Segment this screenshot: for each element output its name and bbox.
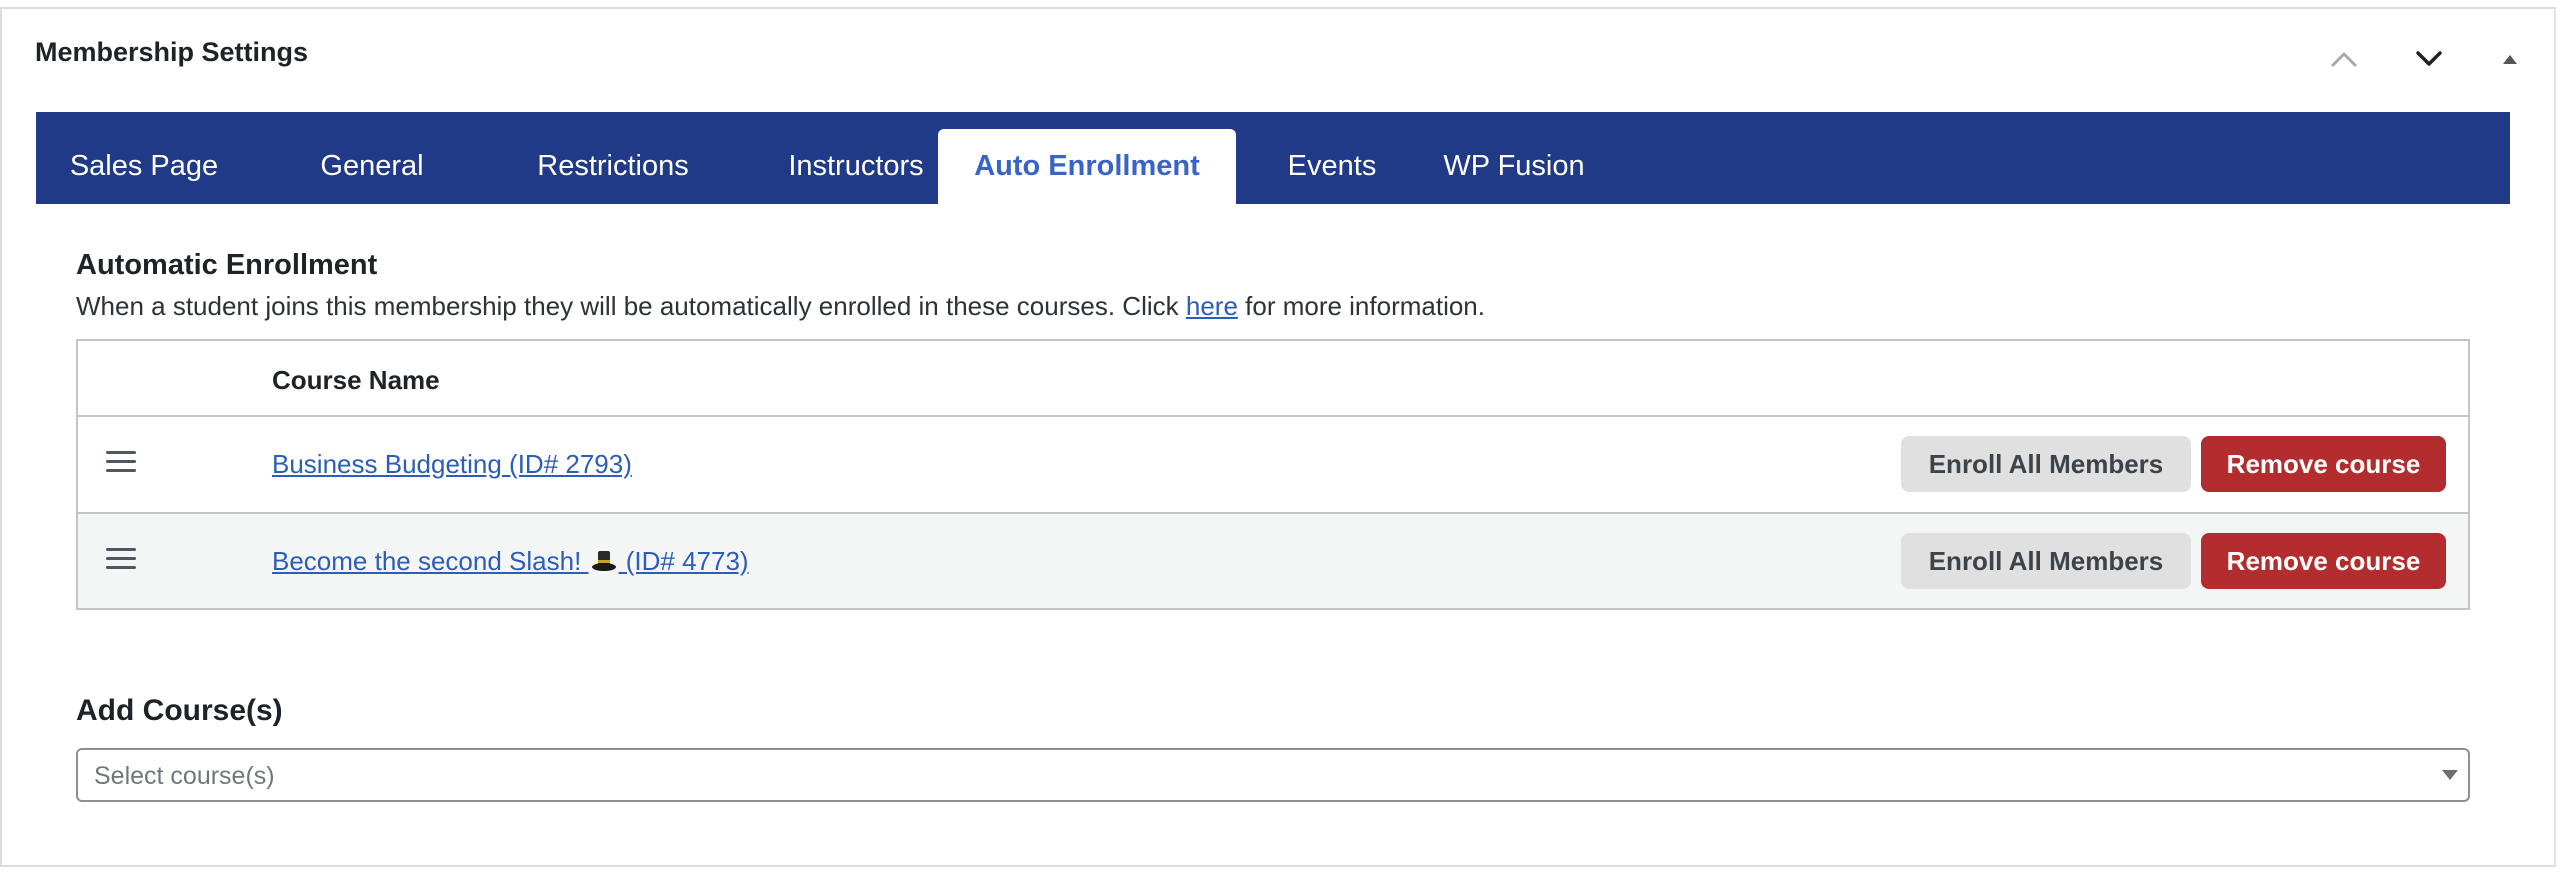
course-link-text: Become the second Slash! (272, 546, 589, 576)
course-link[interactable]: Business Budgeting (ID# 2793) (272, 449, 632, 480)
add-courses-heading: Add Course(s) (76, 694, 283, 727)
settings-tab-bar: Sales Page General Restrictions Instruct… (36, 112, 2510, 204)
table-row: Business Budgeting (ID# 2793) Enroll All… (78, 417, 2468, 514)
more-info-link[interactable]: here (1186, 291, 1238, 321)
description-text-end: for more information. (1237, 291, 1485, 321)
membership-settings-panel: Membership Settings Sales Page General R… (0, 7, 2556, 867)
chevron-up-icon (2331, 52, 2357, 67)
move-up-button[interactable] (2324, 39, 2364, 79)
tab-wp-fusion[interactable]: WP Fusion (1424, 129, 1604, 204)
tab-restrictions[interactable]: Restrictions (506, 129, 720, 204)
tab-sales-page[interactable]: Sales Page (64, 129, 224, 204)
toggle-triangle-icon (2503, 55, 2517, 64)
top-hat-emoji-icon (591, 551, 616, 571)
enroll-all-members-button[interactable]: Enroll All Members (1901, 436, 2191, 492)
drag-handle-icon[interactable] (106, 548, 136, 572)
automatic-enrollment-heading: Automatic Enrollment (76, 249, 378, 281)
course-link[interactable]: Become the second Slash! (ID# 4773) (272, 546, 749, 577)
course-link-text: Business Budgeting (ID# 2793) (272, 449, 632, 479)
tab-instructors[interactable]: Instructors (746, 129, 966, 204)
dropdown-arrow-icon (2442, 770, 2458, 780)
course-link-text-end: (ID# 4773) (618, 546, 749, 576)
remove-course-button[interactable]: Remove course (2201, 533, 2446, 589)
panel-title: Membership Settings (35, 37, 309, 67)
toggle-panel-button[interactable] (2490, 39, 2530, 79)
course-table: Course Name Business Budgeting (ID# 2793… (76, 339, 2470, 610)
enroll-all-members-button[interactable]: Enroll All Members (1901, 533, 2191, 589)
tab-auto-enrollment[interactable]: Auto Enrollment (938, 129, 1236, 204)
chevron-down-icon (2416, 51, 2442, 66)
description-text: When a student joins this membership the… (76, 291, 1186, 321)
automatic-enrollment-description: When a student joins this membership the… (76, 291, 1485, 322)
drag-handle-icon[interactable] (106, 451, 136, 475)
column-header-course-name: Course Name (272, 365, 440, 395)
tab-events[interactable]: Events (1264, 129, 1400, 204)
tab-general[interactable]: General (304, 129, 440, 204)
course-select[interactable]: Select course(s) (76, 748, 2470, 802)
table-header: Course Name (78, 341, 2468, 417)
course-select-placeholder: Select course(s) (94, 762, 275, 790)
table-row: Become the second Slash! (ID# 4773) Enro… (78, 514, 2468, 608)
move-down-button[interactable] (2409, 39, 2449, 79)
remove-course-button[interactable]: Remove course (2201, 436, 2446, 492)
